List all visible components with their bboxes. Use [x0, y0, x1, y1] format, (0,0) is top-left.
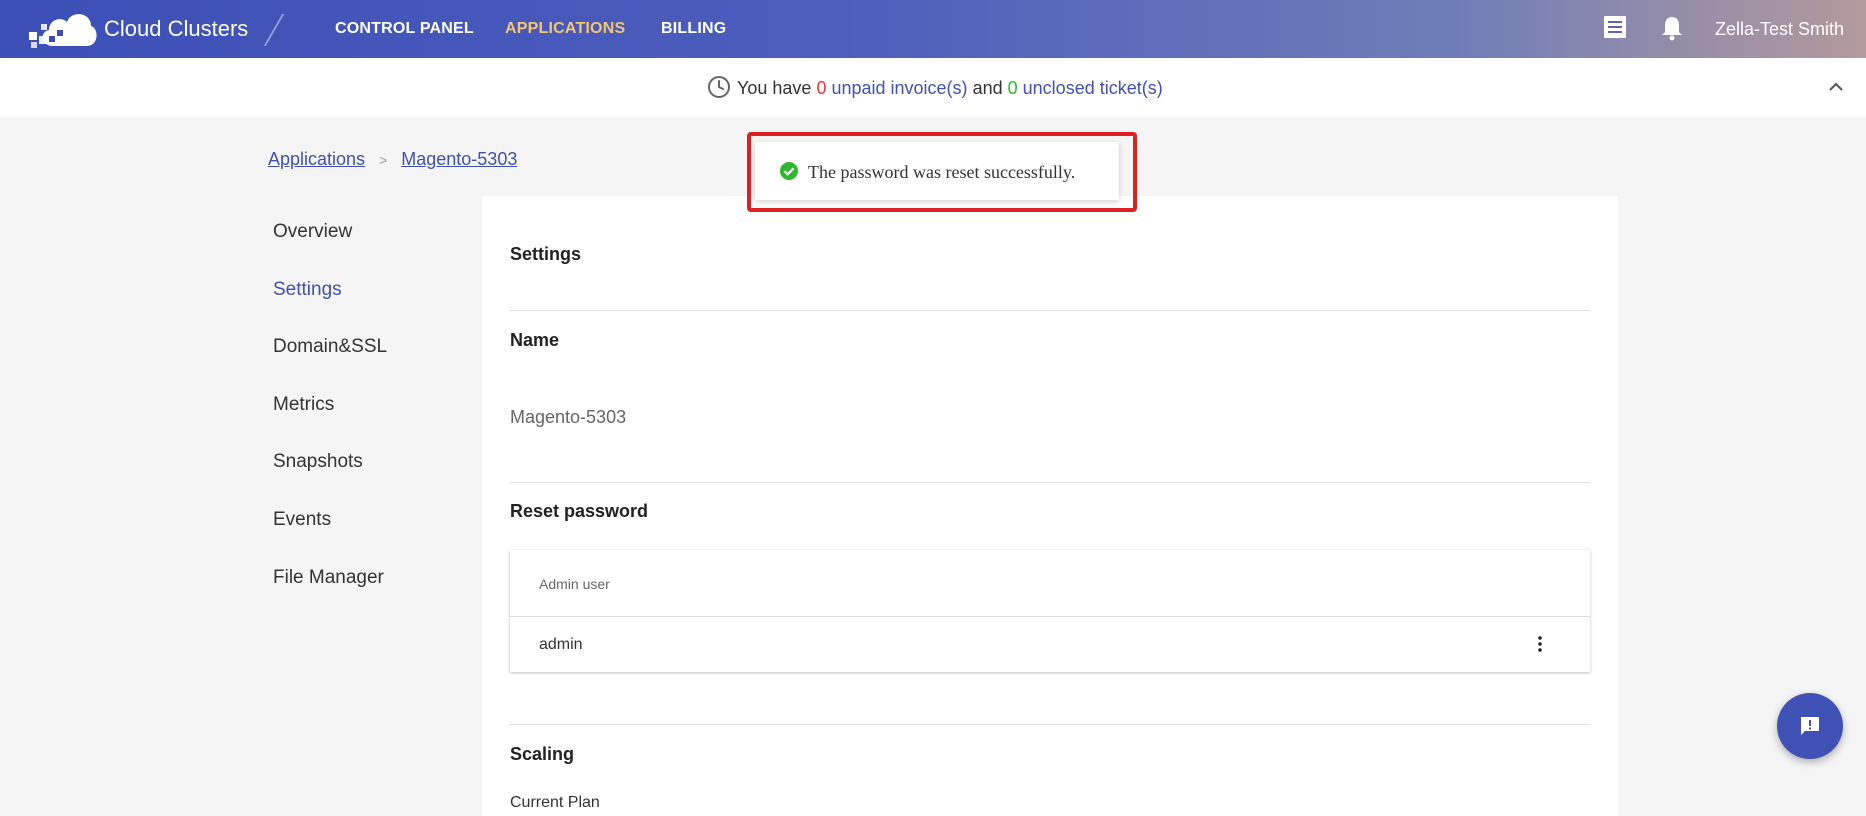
invoice-count: 0 [816, 78, 827, 98]
name-label: Name [510, 330, 560, 350]
divider [510, 482, 1590, 483]
nav-applications[interactable]: APPLICATIONS [505, 19, 625, 39]
breadcrumb: Applications > Magento-5303 [268, 148, 517, 171]
admin-user-table: Admin user admin [510, 550, 1590, 672]
invoice-list-icon[interactable] [1602, 14, 1628, 42]
sidebar-item-overview[interactable]: Overview [273, 220, 352, 244]
divider [510, 310, 1590, 311]
ticket-count: 0 [1007, 78, 1018, 98]
sidebar-item-snapshots[interactable]: Snapshots [273, 450, 363, 474]
table-row: admin [510, 617, 1590, 672]
sidebar-item-file-manager[interactable]: File Manager [273, 566, 384, 590]
settings-card: Settings Name Magento-5303 Reset passwor… [482, 196, 1618, 816]
chevron-up-icon[interactable] [1827, 80, 1845, 94]
divider [510, 724, 1590, 725]
nav-divider [263, 14, 285, 46]
chat-alert-icon [1801, 717, 1819, 735]
notice-and: and [972, 78, 1003, 98]
sidebar-item-domain-ssl[interactable]: Domain&SSL [273, 335, 387, 359]
notice-prefix: You have [737, 78, 812, 98]
sidebar-item-settings[interactable]: Settings [273, 278, 342, 302]
unclosed-tickets-link[interactable]: unclosed ticket(s) [1023, 78, 1163, 98]
app-name-value: Magento-5303 [510, 407, 627, 427]
unpaid-invoices-link[interactable]: unpaid invoice(s) [831, 78, 967, 98]
chat-button[interactable] [1777, 693, 1843, 759]
breadcrumb-applications[interactable]: Applications [268, 149, 365, 169]
top-navigation-bar: Cloud Clusters CONTROL PANEL APPLICATION… [0, 0, 1866, 58]
cloud-logo-icon[interactable] [27, 6, 99, 50]
current-plan-label: Current Plan [510, 794, 600, 811]
user-menu[interactable]: Zella-Test Smith [1715, 18, 1844, 40]
column-header-admin-user: Admin user [539, 576, 610, 592]
notice-bar: You have 0 unpaid invoice(s) and 0 unclo… [0, 58, 1866, 117]
settings-title: Settings [510, 244, 582, 264]
reset-password-label: Reset password [510, 501, 649, 521]
notice-text: You have 0 unpaid invoice(s) and 0 unclo… [707, 75, 1163, 100]
brand-name[interactable]: Cloud Clusters [104, 17, 248, 41]
clock-icon [708, 76, 730, 98]
breadcrumb-app[interactable]: Magento-5303 [401, 149, 517, 169]
nav-billing[interactable]: BILLING [661, 19, 726, 39]
table-header: Admin user [510, 550, 1590, 617]
admin-username-cell: admin [539, 636, 583, 653]
sidebar-item-metrics[interactable]: Metrics [273, 393, 334, 417]
bell-icon[interactable] [1659, 14, 1685, 42]
sidebar-item-events[interactable]: Events [273, 508, 331, 532]
scaling-label: Scaling [510, 744, 575, 764]
breadcrumb-separator: > [379, 152, 388, 168]
nav-control-panel[interactable]: CONTROL PANEL [335, 19, 474, 39]
more-vert-icon[interactable] [1532, 633, 1548, 655]
highlight-frame [747, 132, 1137, 212]
